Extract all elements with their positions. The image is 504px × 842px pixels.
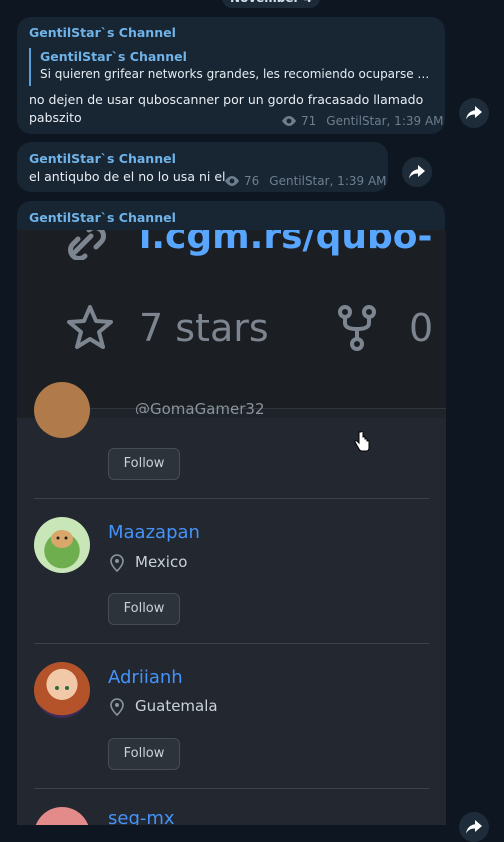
- message-sender[interactable]: GentilStar`s Channel: [29, 210, 176, 225]
- follow-button[interactable]: Follow: [108, 593, 180, 625]
- message-bubble[interactable]: GentilStar`s Channel el antiqubo de el n…: [17, 142, 388, 192]
- message-sender[interactable]: GentilStar`s Channel: [29, 151, 176, 166]
- person-name[interactable]: Maazapan: [108, 522, 200, 543]
- share-button[interactable]: [459, 98, 489, 128]
- follow-button[interactable]: Follow: [108, 738, 180, 770]
- repo-stars: 7 stars: [139, 306, 269, 350]
- message-sender[interactable]: GentilStar`s Channel: [29, 25, 176, 40]
- message-text: el antiqubo de el no lo usa ni el: [29, 169, 226, 184]
- stargazers-list: @GomaGamer32 Follow Maazapan Mexico Foll…: [17, 382, 446, 825]
- anime-avatar-icon: [55, 686, 69, 690]
- repo-link[interactable]: i.cgm.rs/qubo-: [139, 230, 432, 257]
- quote-text: Si quieren grifear networks grandes, les…: [40, 67, 435, 81]
- map-pin-icon: [110, 554, 124, 572]
- message-text: pabszito: [29, 110, 82, 125]
- hand-cursor-icon: [354, 431, 370, 452]
- reply-quote[interactable]: GentilStar`s Channel Si quieren grifear …: [29, 48, 435, 86]
- date-divider: November 4: [222, 0, 320, 8]
- link-icon: [68, 230, 106, 260]
- message-author-time: GentilStar, 1:39 AM: [326, 114, 444, 128]
- share-arrow-icon: [466, 106, 482, 120]
- message-meta: 76 GentilStar, 1:39 AM: [224, 174, 387, 188]
- map-pin-icon: [110, 698, 124, 716]
- star-icon: [67, 305, 113, 349]
- view-count: 71: [301, 114, 317, 128]
- fork-icon: [338, 305, 376, 351]
- eye-icon: [282, 116, 296, 126]
- divider: [34, 788, 429, 789]
- avatar[interactable]: [34, 517, 90, 573]
- hamster-avatar-icon: [51, 530, 73, 548]
- message-meta: 71 GentilStar, 1:39 AM: [281, 114, 444, 128]
- person-location: Mexico: [135, 553, 188, 571]
- follow-button[interactable]: Follow: [108, 448, 180, 480]
- share-button[interactable]: [402, 157, 432, 187]
- share-button[interactable]: [459, 812, 489, 842]
- view-count: 76: [244, 174, 260, 188]
- repo-forks: 0: [409, 306, 434, 350]
- avatar[interactable]: [34, 382, 90, 438]
- share-arrow-icon: [466, 820, 482, 834]
- avatar[interactable]: [34, 662, 90, 718]
- message-image[interactable]: i.cgm.rs/qubo- 7 stars 0 @GomaGamer32 Fo…: [17, 230, 446, 825]
- quote-sender: GentilStar`s Channel: [40, 49, 187, 64]
- message-bubble[interactable]: GentilStar`s Channel GentilStar`s Channe…: [17, 17, 445, 134]
- message-author-time: GentilStar, 1:39 AM: [269, 174, 387, 188]
- avatar[interactable]: [34, 807, 90, 825]
- person-location: Guatemala: [135, 697, 218, 715]
- person-handle: @GomaGamer32: [135, 400, 265, 414]
- message-text: no dejen de usar quboscanner por un gord…: [29, 92, 424, 107]
- divider: [34, 498, 429, 499]
- divider: [34, 643, 429, 644]
- person-name[interactable]: seg-mx: [108, 808, 175, 825]
- person-name[interactable]: Adriianh: [108, 667, 183, 688]
- share-arrow-icon: [409, 165, 425, 179]
- eye-icon: [225, 176, 239, 186]
